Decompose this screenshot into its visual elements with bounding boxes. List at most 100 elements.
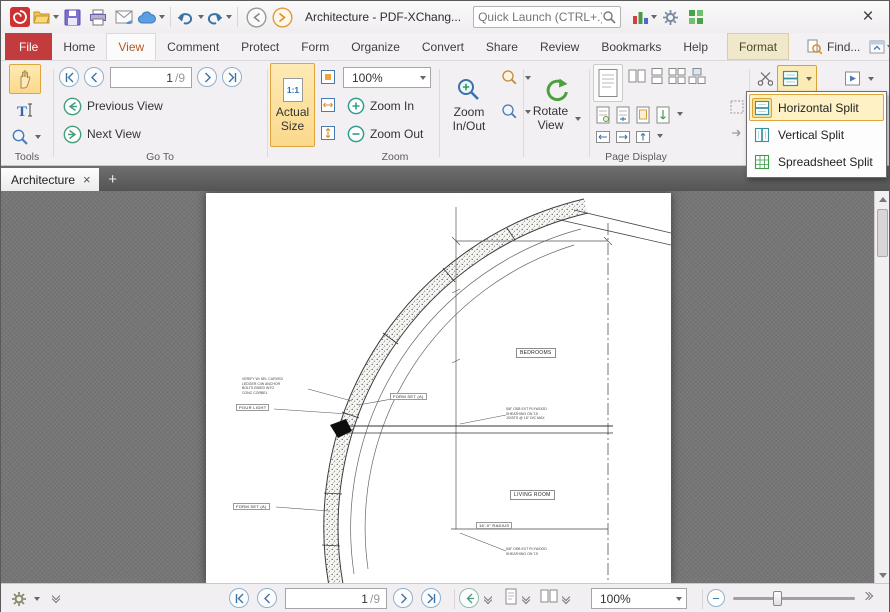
chevron-down-icon[interactable] — [657, 134, 663, 138]
menu-item-horizontal-split[interactable]: Horizontal Split — [749, 94, 884, 121]
tab-convert[interactable]: Convert — [411, 33, 475, 60]
two-pages-layout-button[interactable] — [627, 66, 647, 86]
close-tab-icon[interactable]: × — [83, 172, 91, 187]
last-page-button[interactable] — [421, 588, 441, 608]
quick-launch-input[interactable] — [478, 10, 602, 24]
actual-size-button[interactable]: 1:1 Actual Size — [270, 63, 315, 147]
tab-protect[interactable]: Protect — [230, 33, 290, 60]
cloud-button[interactable] — [137, 4, 165, 30]
menu-item-spreadsheet-split[interactable]: Spreadsheet Split — [749, 148, 884, 175]
last-page-button[interactable] — [222, 67, 242, 87]
page-fit-option-2[interactable] — [613, 127, 633, 147]
scrollbar-thumb[interactable] — [877, 209, 888, 257]
page-layout-option-3[interactable] — [633, 105, 653, 125]
tab-comment[interactable]: Comment — [156, 33, 230, 60]
tab-bookmarks[interactable]: Bookmarks — [590, 33, 672, 60]
page-fit-option-1[interactable] — [593, 127, 613, 147]
two-pages-layout-button[interactable] — [539, 586, 559, 606]
redo-button[interactable] — [204, 4, 232, 30]
scissors-button[interactable] — [755, 68, 775, 88]
previous-page-button[interactable] — [257, 588, 277, 608]
status-options-button[interactable] — [7, 588, 44, 610]
tab-share[interactable]: Share — [475, 33, 529, 60]
page-layout-option-2[interactable] — [613, 105, 633, 125]
tab-view[interactable]: View — [106, 33, 156, 60]
tab-review[interactable]: Review — [529, 33, 590, 60]
expand-status-button[interactable] — [863, 593, 872, 599]
menu-item-vertical-split[interactable]: Vertical Split — [749, 121, 884, 148]
find-button[interactable]: Find... — [799, 33, 868, 60]
zoom-in-out-button[interactable]: Zoom In/Out — [443, 63, 495, 147]
tab-file[interactable]: File — [5, 33, 52, 60]
chevron-down-icon[interactable] — [677, 112, 683, 116]
layout-dropdown[interactable] — [523, 594, 529, 603]
view-history-dropdown[interactable] — [485, 594, 491, 603]
zoom-out-button[interactable]: − — [707, 589, 725, 607]
zoom-in-button[interactable]: Zoom In — [343, 94, 418, 118]
fit-width-button[interactable] — [318, 95, 338, 115]
page-number-input[interactable]: 1 /9 — [285, 588, 387, 609]
document-page[interactable]: BEDROOMS LIVING ROOM FORM SET (A) FORM S… — [206, 193, 671, 583]
history-back-button[interactable] — [243, 4, 269, 30]
continuous-layout-button[interactable] — [647, 66, 667, 86]
loupe-tool-button[interactable] — [7, 125, 45, 149]
fit-visible-button[interactable] — [318, 123, 338, 143]
next-page-button[interactable] — [197, 67, 217, 87]
previous-view-button[interactable]: Previous View — [59, 94, 167, 118]
single-page-layout-button[interactable] — [501, 586, 521, 606]
page-transitions-button[interactable] — [835, 65, 883, 92]
undo-button[interactable] — [176, 4, 204, 30]
page-option-icon — [595, 106, 611, 124]
select-text-tool-button[interactable]: T — [10, 97, 40, 123]
document-tab-architecture[interactable]: Architecture × — [1, 168, 99, 191]
zoom-slider[interactable] — [733, 597, 855, 600]
ui-options-button[interactable] — [868, 34, 890, 60]
palette-button[interactable] — [631, 4, 657, 30]
split-button[interactable] — [777, 65, 817, 92]
close-icon[interactable]: × — [853, 6, 883, 28]
rotate-view-button[interactable]: Rotate View — [527, 63, 585, 147]
zoom-level-combobox[interactable]: 100% — [343, 67, 431, 88]
scroll-up-button[interactable] — [875, 191, 889, 207]
tab-form[interactable]: Form — [290, 33, 340, 60]
page-layout-option-4[interactable] — [653, 105, 673, 125]
page-fit-option-3[interactable] — [633, 127, 653, 147]
print-button[interactable] — [85, 4, 111, 30]
layout-dropdown[interactable] — [563, 594, 569, 603]
tab-format[interactable]: Format — [727, 33, 789, 60]
first-page-button[interactable] — [229, 588, 249, 608]
dotted-layout-button[interactable] — [727, 97, 747, 117]
single-page-button[interactable] — [593, 64, 623, 102]
expand-toolbar-button[interactable] — [53, 593, 59, 602]
page-layout-option-1[interactable] — [593, 105, 613, 125]
search-icon[interactable] — [602, 10, 616, 24]
page-number-input[interactable]: 1 /9 — [110, 67, 192, 88]
vertical-scrollbar[interactable] — [874, 191, 889, 583]
hand-tool-button[interactable] — [9, 64, 41, 94]
two-pages-continuous-button[interactable] — [667, 66, 687, 86]
tab-help[interactable]: Help — [672, 33, 719, 60]
save-button[interactable] — [59, 4, 85, 30]
tab-organize[interactable]: Organize — [340, 33, 411, 60]
zoom-out-button[interactable]: Zoom Out — [343, 122, 427, 146]
new-tab-button[interactable]: + — [103, 169, 123, 189]
cover-mode-button[interactable] — [687, 66, 707, 86]
next-view-button[interactable]: Next View — [59, 122, 145, 146]
settings-gear-button[interactable] — [657, 4, 683, 30]
email-button[interactable] — [111, 4, 137, 30]
tab-home[interactable]: Home — [52, 33, 106, 60]
open-button[interactable] — [33, 4, 59, 30]
single-page-icon — [504, 588, 518, 605]
history-forward-button[interactable] — [269, 4, 295, 30]
scroll-down-button[interactable] — [875, 567, 889, 583]
layout-more-button[interactable] — [727, 123, 747, 143]
divider — [237, 7, 238, 27]
fit-page-button[interactable] — [318, 67, 338, 87]
next-page-button[interactable] — [393, 588, 413, 608]
previous-view-button[interactable] — [459, 588, 479, 608]
zoom-level-combobox[interactable]: 100% — [591, 588, 687, 609]
previous-page-button[interactable] — [84, 67, 104, 87]
sessions-grid-button[interactable] — [683, 4, 709, 30]
first-page-button[interactable] — [59, 67, 79, 87]
zoom-slider-thumb[interactable] — [773, 591, 782, 606]
